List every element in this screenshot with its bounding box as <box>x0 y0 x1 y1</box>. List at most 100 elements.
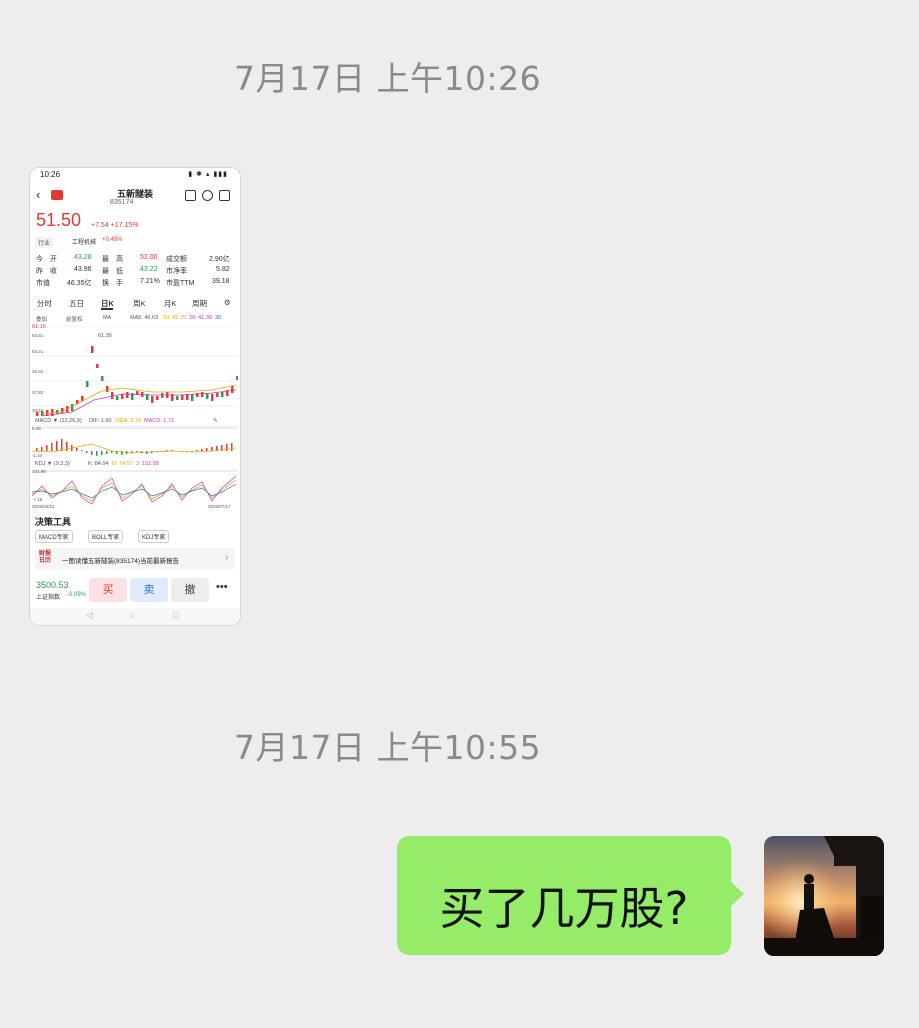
kline-axis-label: 62.51 <box>32 333 44 338</box>
settings-icon[interactable]: ⚙ <box>224 298 231 307</box>
kline-axis-label: 61.16 <box>32 324 46 330</box>
adjust-control[interactable]: 前复权 <box>66 315 83 323</box>
candle <box>151 396 154 403</box>
timestamp-1: 7月17日 上午10:26 <box>234 59 542 98</box>
tab-period[interactable]: 分时 <box>37 298 52 309</box>
active-tab-underline <box>101 308 113 310</box>
chevron-right-icon: › <box>225 552 229 563</box>
news-text: 一图读懂五新隧装(835174)当前最新报告 <box>62 558 180 565</box>
ma10-value: 10: 42.75 <box>163 315 186 321</box>
macd-bar <box>61 439 63 451</box>
kdj-label[interactable]: KDJ ▼ (9,3,3) <box>35 461 70 467</box>
index-name: 上证指数 <box>36 595 61 601</box>
tool-pill[interactable]: KDJ专家 <box>138 530 170 543</box>
quote-label: 换 手 <box>102 280 123 287</box>
tab-period[interactable]: 五日 <box>69 298 84 309</box>
macd-bar <box>106 451 108 454</box>
sell-button[interactable]: 卖 <box>130 578 168 602</box>
quote-label: 成交额 <box>166 256 187 263</box>
news-banner[interactable]: 财报 日历 一图读懂五新隧装(835174)当前最新报告 › <box>35 548 235 570</box>
macd-bar <box>196 450 198 451</box>
nav-back-icon[interactable]: ◁ <box>86 610 93 621</box>
ma-control[interactable]: MA <box>103 315 111 321</box>
kline-axis-label: 37.82 <box>32 390 44 395</box>
candle <box>221 392 224 397</box>
candle <box>91 346 94 353</box>
quote-value: 52.00 <box>140 254 158 261</box>
macd-bar <box>136 451 138 452</box>
index-change: -0.09% <box>67 592 87 598</box>
tab-period[interactable]: 月K <box>164 298 177 309</box>
system-nav-bar: ◁ ○ □ <box>30 608 240 625</box>
macd-bar <box>226 444 228 451</box>
candle <box>206 393 209 399</box>
buy-button[interactable]: 买 <box>89 578 127 602</box>
candle <box>211 394 214 401</box>
ma20-value: 20: 41.30 <box>189 315 212 321</box>
candle <box>191 394 194 401</box>
kline-axis-label: 45.91 <box>32 369 44 374</box>
macd-bar <box>96 451 98 456</box>
status-time: 10:26 <box>40 170 61 179</box>
quote-value: 43.22 <box>140 266 158 273</box>
macd-bar <box>56 441 58 451</box>
candle <box>161 393 164 398</box>
tool-pill[interactable]: BOLL专家 <box>88 530 124 543</box>
tool-pill[interactable]: MACD专家 <box>35 530 73 543</box>
stock-price: 51.50 <box>36 210 82 230</box>
candle <box>86 381 89 387</box>
candle <box>81 396 84 401</box>
macd-label[interactable]: MACD ▼ (12,26,9) <box>35 418 82 424</box>
nav-home-icon[interactable]: ○ <box>129 610 134 620</box>
search-icon <box>202 190 213 201</box>
ma5-value: MA5: 46.63 <box>130 315 159 321</box>
index-value: 3500.53 <box>36 580 69 590</box>
tab-period[interactable]: 周期 <box>192 298 207 309</box>
more-icon[interactable]: ••• <box>216 581 228 593</box>
macd-bar <box>76 448 78 451</box>
status-icons: ▮ ✱ ▴ ▮▮▮ <box>188 171 228 178</box>
macd-bar <box>41 447 43 451</box>
candle <box>201 392 204 397</box>
nav-recent-icon[interactable]: □ <box>173 610 178 620</box>
candle <box>156 396 159 400</box>
kline-peak-label: 61.36 <box>98 333 112 339</box>
date-start: 2025/04/21 <box>32 504 55 509</box>
candle <box>71 404 74 411</box>
tab-period[interactable]: 周K <box>133 298 146 309</box>
date-end: 2025/07/17 <box>208 504 231 509</box>
macd-axis: 5.46 <box>32 426 41 431</box>
edit-icon[interactable]: ✎ <box>213 418 218 424</box>
stock-screenshot-image[interactable]: 10:26 ▮ ✱ ▴ ▮▮▮ ‹ 五新隧装 835174 51.50 +7.5… <box>29 167 241 626</box>
macd-bar <box>191 451 193 452</box>
section-title: 决策工具 <box>35 517 72 527</box>
candle <box>106 386 109 392</box>
macd-bar <box>211 447 213 451</box>
macd-bar <box>86 451 88 453</box>
candle <box>126 392 129 398</box>
macd-bar <box>101 451 103 455</box>
candle <box>216 393 219 397</box>
macd-bar <box>46 445 48 451</box>
news-badge: 财报 日历 <box>39 551 52 564</box>
macd-dea: DEA: 0.75 <box>116 418 142 424</box>
candle <box>96 364 99 368</box>
overlay-control[interactable]: 叠加 <box>36 315 47 323</box>
stock-code: 835174 <box>110 199 134 206</box>
timestamp-2: 7月17日 上午10:55 <box>234 728 542 767</box>
cancel-button[interactable]: 撤 <box>171 578 209 602</box>
message-bubble[interactable]: 买了几万股? <box>397 836 744 955</box>
quote-label: 市净率 <box>166 268 187 275</box>
quote-value: 39.18 <box>212 278 230 285</box>
avatar[interactable] <box>764 836 884 956</box>
kdj-d: D: 74.57 <box>112 461 133 467</box>
macd-bar <box>51 443 53 451</box>
macd-bar <box>81 450 83 451</box>
quote-label: 市盈TTM <box>166 280 195 287</box>
quote-value: 2.90亿 <box>209 256 230 263</box>
quote-value: 7.21% <box>140 278 160 285</box>
kline-axis-label: 54.21 <box>32 349 44 354</box>
minus-icon <box>185 190 196 201</box>
share-icon <box>219 190 230 201</box>
avatar-image <box>764 836 884 956</box>
